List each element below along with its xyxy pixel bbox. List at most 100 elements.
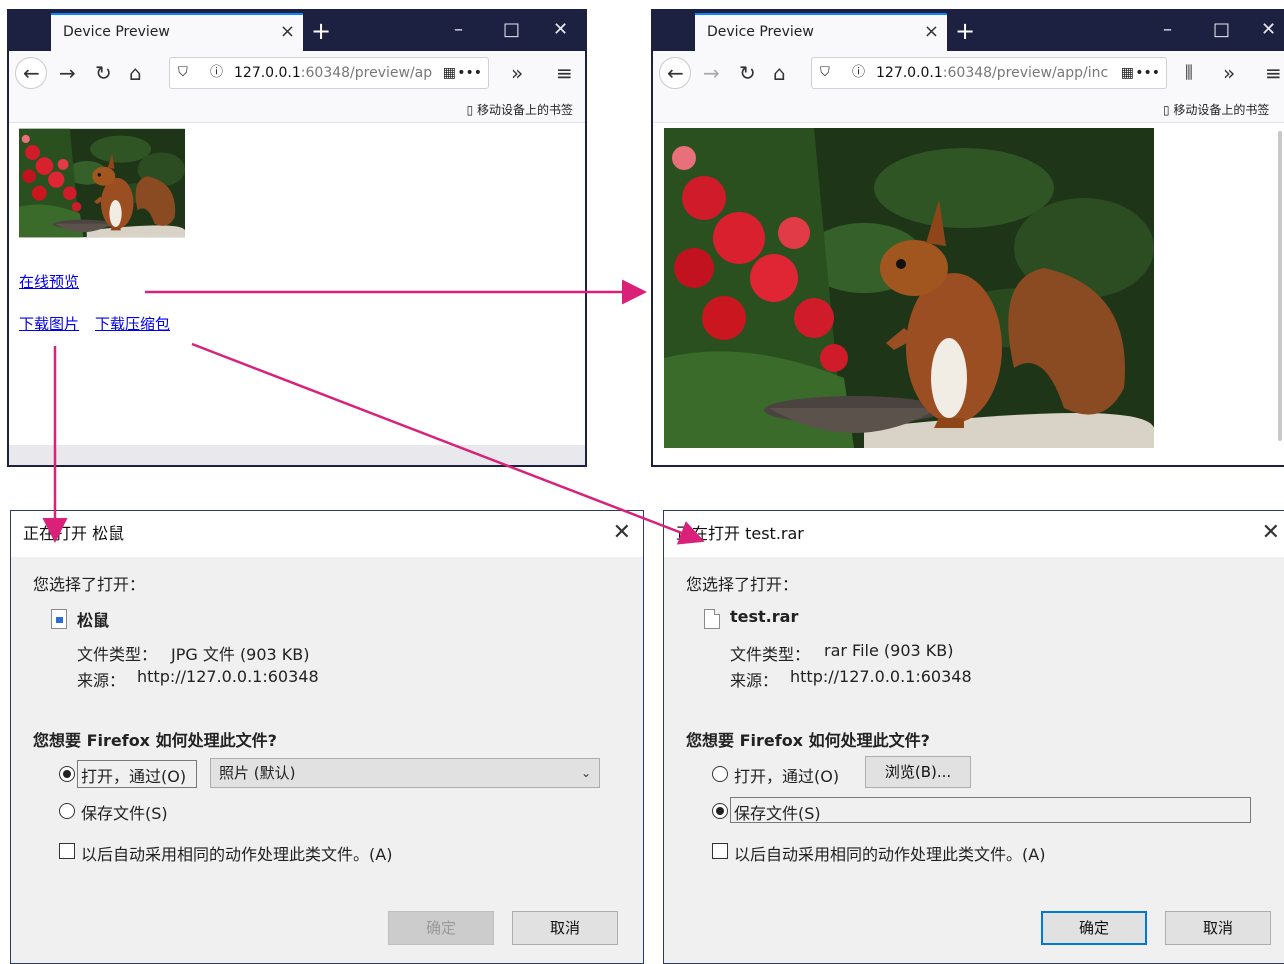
file-type-label: 文件类型： xyxy=(730,645,811,664)
more-icon[interactable]: ••• xyxy=(457,58,482,88)
window-close-icon[interactable]: ✕ xyxy=(553,17,568,43)
bookmarks-bar: ▯ 移动设备上的书签 xyxy=(9,95,585,123)
back-icon[interactable]: ← xyxy=(667,59,684,87)
source-label: 来源： xyxy=(730,671,779,690)
ok-button[interactable]: 确定 xyxy=(1041,911,1147,945)
forward-icon[interactable]: → xyxy=(703,59,720,87)
squirrel-thumbnail xyxy=(19,128,185,238)
new-tab-icon[interactable]: + xyxy=(311,15,331,47)
home-icon[interactable]: ⌂ xyxy=(773,59,786,87)
reload-icon[interactable]: ↻ xyxy=(95,59,112,87)
squirrel-image xyxy=(664,128,1154,448)
dialog-title-bar: 正在打开 松鼠 ✕ xyxy=(11,511,643,557)
dialog-title-bar: 正在打开 test.rar ✕ xyxy=(664,511,1284,557)
cancel-button[interactable]: 取消 xyxy=(512,911,618,945)
home-icon[interactable]: ⌂ xyxy=(129,59,142,87)
info-icon[interactable]: ⓘ xyxy=(210,58,223,88)
save-file-radio[interactable] xyxy=(59,803,75,819)
maximize-icon[interactable]: □ xyxy=(503,17,520,43)
tab-title: Device Preview xyxy=(63,24,170,40)
url-path: :60348/preview/app/inc xyxy=(942,65,1109,81)
open-file-dialog-right: 正在打开 test.rar ✕ 您选择了打开： test.rar 文件类型： r… xyxy=(663,510,1284,964)
chose-label: 您选择了打开： xyxy=(33,575,146,594)
minimize-icon[interactable]: – xyxy=(1163,17,1172,43)
question-heading: 您想要 Firefox 如何处理此文件? xyxy=(33,731,277,750)
file-type-value: JPG 文件 (903 KB) xyxy=(171,645,310,664)
close-icon[interactable]: ✕ xyxy=(1262,511,1280,555)
bottom-strip xyxy=(9,445,585,465)
browser-window-left: Device Preview × + – □ ✕ ← → ↻ ⌂ ⛉ ⓘ 127… xyxy=(7,9,587,467)
ok-button[interactable]: 确定 xyxy=(388,911,494,945)
library-icon[interactable]: ⫼ xyxy=(1185,59,1193,87)
url-host: 127.0.0.1 xyxy=(876,65,943,81)
overflow-icon[interactable]: » xyxy=(1223,59,1235,87)
forward-icon[interactable]: → xyxy=(59,59,76,87)
close-tab-icon[interactable]: × xyxy=(280,15,295,49)
url-path: :60348/preview/ap xyxy=(300,65,433,81)
chose-label: 您选择了打开： xyxy=(686,575,799,594)
auto-action-checkbox[interactable] xyxy=(712,843,728,859)
tab-device-preview[interactable]: Device Preview × xyxy=(51,13,303,51)
mobile-bookmarks-link[interactable]: ▯ 移动设备上的书签 xyxy=(467,101,573,118)
open-with-radio[interactable] xyxy=(59,766,75,782)
tab-device-preview[interactable]: Device Preview × xyxy=(695,13,947,51)
file-icon xyxy=(704,609,720,629)
qr-icon[interactable]: ▦ xyxy=(439,58,456,88)
minimize-icon[interactable]: – xyxy=(454,17,463,43)
source-value: http://127.0.0.1:60348 xyxy=(790,667,972,686)
open-file-dialog-left: 正在打开 松鼠 ✕ 您选择了打开： 松鼠 文件类型： JPG 文件 (903 K… xyxy=(10,510,644,964)
new-tab-icon[interactable]: + xyxy=(955,15,975,47)
menu-icon[interactable]: ≡ xyxy=(556,59,573,87)
more-icon[interactable]: ••• xyxy=(1135,58,1160,88)
auto-action-label[interactable]: 以后自动采用相同的动作处理此类文件。(A) xyxy=(734,841,1045,865)
close-tab-icon[interactable]: × xyxy=(924,15,939,49)
tab-bar: Device Preview × + – □ ✕ xyxy=(653,11,1284,51)
dialog-title: 正在打开 松鼠 xyxy=(23,524,125,543)
chevron-down-icon: ⌄ xyxy=(580,766,591,780)
auto-action-checkbox[interactable] xyxy=(59,843,75,859)
info-icon[interactable]: ⓘ xyxy=(852,58,865,88)
dialog-title: 正在打开 test.rar xyxy=(676,524,804,543)
reload-icon[interactable]: ↻ xyxy=(739,59,756,87)
shield-icon[interactable]: ⛉ xyxy=(178,58,188,88)
mobile-bookmarks-label: 移动设备上的书签 xyxy=(1173,103,1270,117)
back-icon[interactable]: ← xyxy=(23,59,40,87)
qr-icon[interactable]: ▦ xyxy=(1117,58,1134,88)
save-file-label[interactable]: 保存文件(S) xyxy=(734,800,821,824)
browse-button[interactable]: 浏览(B)... xyxy=(865,756,971,788)
tab-bar: Device Preview × + – □ ✕ xyxy=(9,11,585,51)
open-with-radio[interactable] xyxy=(712,766,728,782)
url-bar[interactable]: ⛉ ⓘ 127.0.0.1:60348/preview/ap ▦ ••• xyxy=(169,57,489,89)
cancel-button[interactable]: 取消 xyxy=(1165,911,1271,945)
tab-title: Device Preview xyxy=(707,24,814,40)
nav-toolbar: ← → ↻ ⌂ ⛉ ⓘ 127.0.0.1:60348/preview/ap ▦… xyxy=(9,51,585,95)
overflow-icon[interactable]: » xyxy=(511,59,523,87)
image-file-icon xyxy=(51,609,67,629)
url-bar[interactable]: ⛉ ⓘ 127.0.0.1:60348/preview/app/inc ▦ ••… xyxy=(811,57,1167,89)
mobile-bookmarks-link[interactable]: ▯ 移动设备上的书签 xyxy=(1163,101,1269,118)
maximize-icon[interactable]: □ xyxy=(1213,17,1230,43)
question-heading: 您想要 Firefox 如何处理此文件? xyxy=(686,731,930,750)
menu-icon[interactable]: ≡ xyxy=(1265,59,1282,87)
auto-action-label[interactable]: 以后自动采用相同的动作处理此类文件。(A) xyxy=(81,841,392,865)
download-image-link[interactable]: 下载图片 xyxy=(19,313,79,334)
nav-toolbar: ← → ↻ ⌂ ⛉ ⓘ 127.0.0.1:60348/preview/app/… xyxy=(653,51,1284,95)
url-host: 127.0.0.1 xyxy=(234,65,301,81)
save-file-radio[interactable] xyxy=(712,803,728,819)
download-zip-link[interactable]: 下载压缩包 xyxy=(95,313,170,334)
close-icon[interactable]: ✕ xyxy=(613,511,631,555)
mobile-bookmarks-label: 移动设备上的书签 xyxy=(476,103,573,117)
open-with-label[interactable]: 打开，通过(O) xyxy=(81,763,186,787)
save-file-label[interactable]: 保存文件(S) xyxy=(81,800,168,824)
browser-window-right: Device Preview × + – □ ✕ ← → ↻ ⌂ ⛉ ⓘ 127… xyxy=(651,9,1284,467)
source-label: 来源： xyxy=(77,671,126,690)
window-close-icon[interactable]: ✕ xyxy=(1261,17,1276,43)
open-with-label[interactable]: 打开，通过(O) xyxy=(734,763,839,787)
page-content: 在线预览 下载图片 下载压缩包 xyxy=(9,123,585,445)
app-select[interactable]: 照片 (默认) ⌄ xyxy=(210,758,600,788)
preview-link[interactable]: 在线预览 xyxy=(19,271,79,292)
shield-icon[interactable]: ⛉ xyxy=(820,58,830,88)
page-content xyxy=(653,123,1284,465)
source-value: http://127.0.0.1:60348 xyxy=(137,667,319,686)
scrollbar[interactable] xyxy=(1278,131,1282,441)
